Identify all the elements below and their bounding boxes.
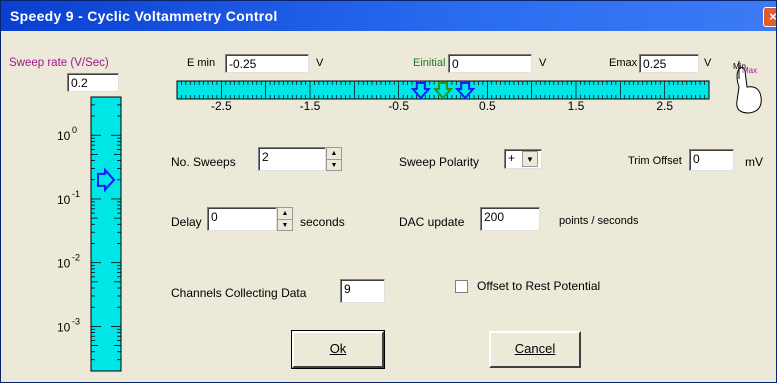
sweep-scale-label: 10 [57, 129, 71, 143]
emin-label: E min [187, 57, 216, 69]
potential-axis-label: 1.5 [568, 99, 585, 113]
dac-input[interactable]: 200 [480, 207, 540, 231]
trim-label: Trim Offset [628, 155, 682, 167]
trim-unit: mV [745, 155, 763, 169]
emax-label: Emax [609, 57, 638, 69]
potential-slider[interactable]: -2.5 -1.5 -0.5 0.5 1.5 2.5 [171, 75, 716, 115]
sweep-rate-label: Sweep rate (V/Sec) [9, 57, 109, 69]
sweep-scale-exponent: -1 [72, 189, 80, 199]
potential-axis-label: -1.5 [300, 99, 321, 113]
sweep-scale-label: 10 [57, 257, 71, 271]
delay-unit: seconds [300, 215, 345, 229]
close-button[interactable]: × [763, 7, 776, 27]
ok-button[interactable]: Ok [291, 330, 385, 369]
sweep-scale-exponent: -2 [72, 253, 80, 263]
title-bar[interactable]: Speedy 9 - Cyclic Voltammetry Control × [1, 1, 776, 31]
sweeps-down-icon[interactable]: ▼ [327, 160, 341, 171]
sweep-rate-scale-labels: 10 010 -110 -210 -3 [57, 125, 80, 334]
delay-input[interactable]: 0 [207, 207, 277, 231]
dac-unit: points / seconds [559, 215, 639, 227]
sweep-scale-exponent: -3 [72, 316, 80, 326]
potential-axis-labels: -2.5 -1.5 -0.5 0.5 1.5 2.5 [211, 99, 673, 113]
polarity-label: Sweep Polarity [399, 155, 480, 169]
sweep-rate-slider[interactable]: 10 010 -110 -210 -3 [1, 95, 141, 375]
channels-label: Channels Collecting Data [171, 286, 307, 300]
emax-unit: V [704, 57, 712, 69]
potential-axis-label: -0.5 [388, 99, 409, 113]
einitial-input[interactable]: 0 [448, 54, 532, 73]
sweep-scale-exponent: 0 [72, 125, 77, 135]
knob-max-label: Max [742, 66, 757, 75]
potential-axis-label: 2.5 [656, 99, 673, 113]
sweeps-input[interactable]: 2 [258, 147, 326, 171]
chevron-down-icon[interactable]: ▼ [522, 151, 538, 167]
rest-offset-checkbox[interactable] [455, 280, 468, 293]
emin-unit: V [316, 57, 324, 69]
einitial-label: Einitial [413, 57, 446, 69]
emin-input[interactable]: -0.25 [225, 54, 309, 73]
sweep-rate-track[interactable] [90, 96, 122, 372]
range-knob[interactable]: Min Max [725, 57, 769, 119]
window-title: Speedy 9 - Cyclic Voltammetry Control [10, 8, 278, 24]
sweep-scale-label: 10 [57, 320, 71, 334]
dac-label: DAC update [399, 215, 465, 229]
sweep-rate-input[interactable]: 0.2 [67, 73, 119, 92]
einitial-unit: V [539, 57, 547, 69]
delay-label: Delay [171, 215, 202, 229]
cancel-button[interactable]: Cancel [489, 331, 581, 368]
sweeps-up-icon[interactable]: ▲ [327, 148, 341, 160]
trim-input[interactable]: 0 [689, 149, 734, 171]
potential-axis-label: 0.5 [479, 99, 496, 113]
delay-down-icon[interactable]: ▼ [278, 220, 292, 231]
potential-markers[interactable] [410, 82, 476, 100]
sweeps-stepper[interactable]: ▲ ▼ [326, 147, 342, 171]
sweeps-label: No. Sweeps [171, 155, 236, 169]
emax-input[interactable]: 0.25 [639, 54, 699, 73]
channels-input[interactable]: 9 [340, 279, 385, 303]
sweep-scale-label: 10 [57, 193, 71, 207]
delay-stepper[interactable]: ▲ ▼ [277, 207, 293, 231]
rest-offset-label: Offset to Rest Potential [477, 279, 601, 293]
potential-axis-label: -2.5 [211, 99, 232, 113]
cv-control-dialog: Speedy 9 - Cyclic Voltammetry Control × … [0, 0, 777, 383]
delay-up-icon[interactable]: ▲ [278, 208, 292, 220]
